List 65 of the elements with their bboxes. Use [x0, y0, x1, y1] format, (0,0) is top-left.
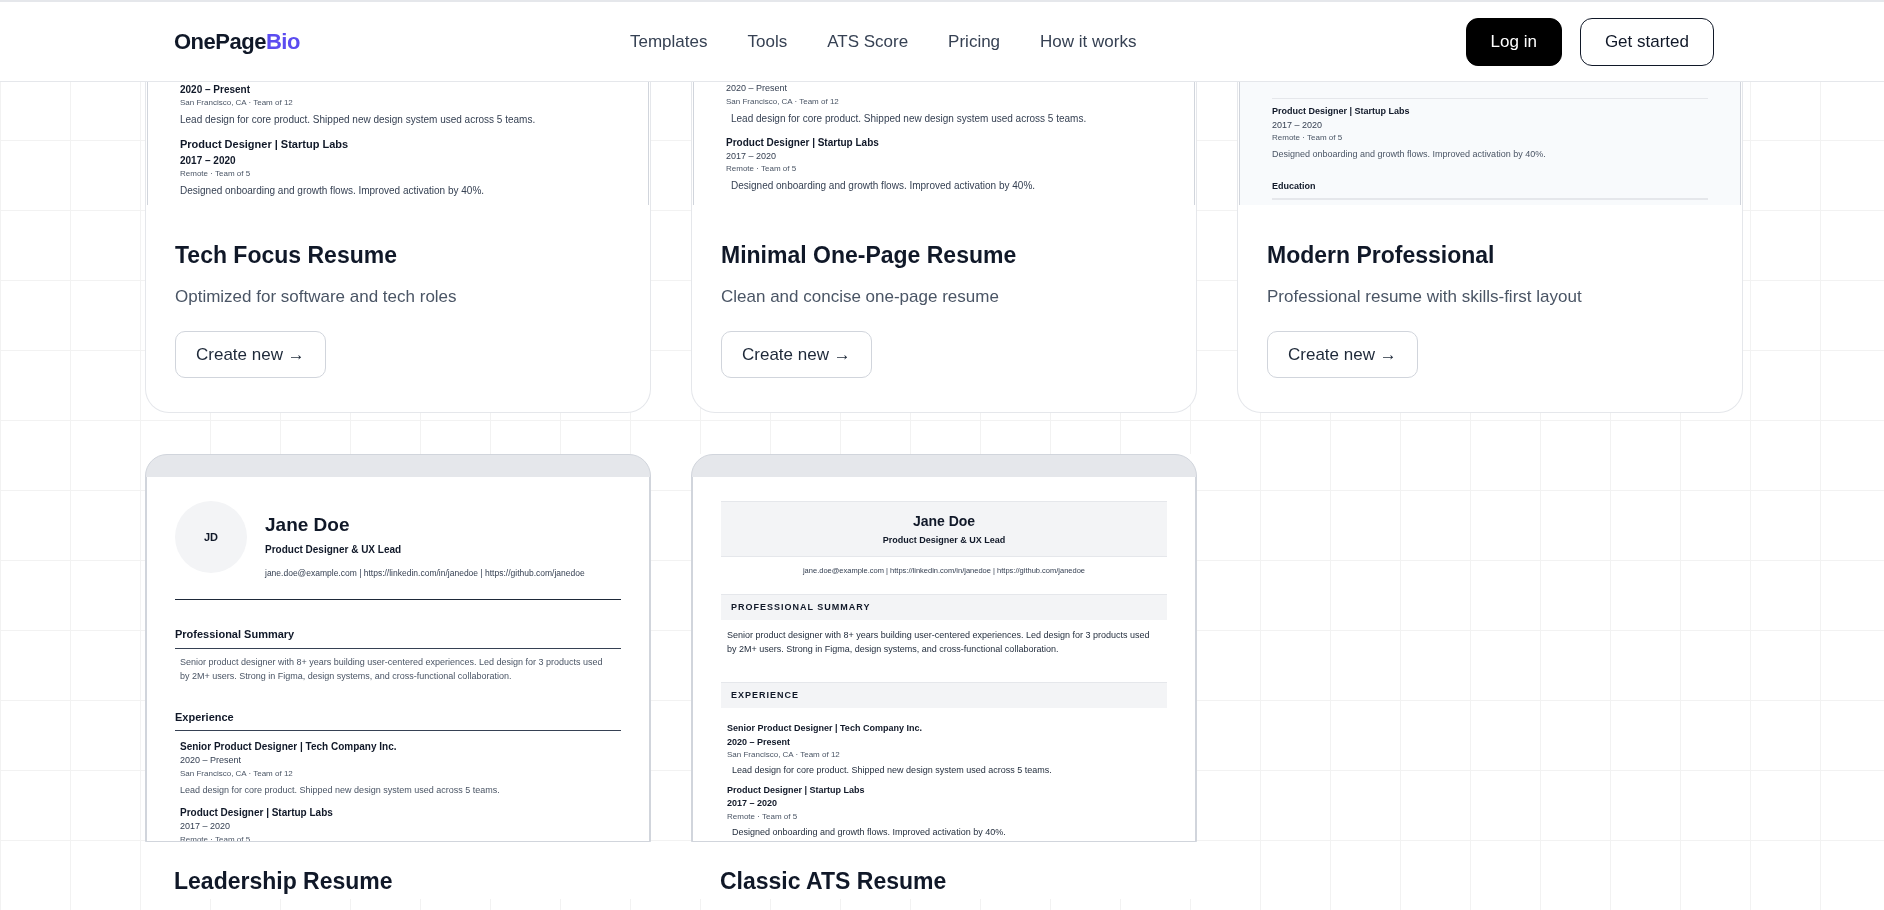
contact-line: jane.doe@example.com | https://linkedin.com/in/janedoe | https://github.com/janedoe [265, 566, 585, 580]
date-range: 2020 – Present [180, 754, 242, 768]
card-title: Minimal One-Page Resume [721, 241, 1017, 270]
resume-role: Product Designer & UX Lead [265, 542, 402, 557]
job-description: Designed onboarding and growth flows. Improved activation by 40%. [731, 825, 1006, 839]
job-meta: San Francisco, CA · Team of 12 [180, 97, 293, 109]
job-meta: Remote · Team of 5 [1272, 132, 1343, 144]
resume-role: Product Designer & UX Lead [882, 533, 1006, 547]
job-meta: Remote · Team of 5 [727, 810, 798, 823]
create-new-button[interactable]: Create new → [175, 331, 326, 378]
job-title: Product Designer | Startup Labs [180, 806, 333, 821]
section-heading: Experience [175, 709, 234, 725]
job-description: Lead design for core product. Shipped new design system used across 5 teams. [731, 764, 1052, 778]
date-range: 2020 – Present [726, 82, 788, 95]
card-title: Leadership Resume [174, 867, 393, 896]
nav-link[interactable]: How it works [1040, 28, 1137, 55]
section-heading: Education [1272, 179, 1316, 193]
job-title: Senior Product Designer | Tech Company Inc. [180, 740, 397, 755]
nav-link[interactable]: ATS Score [827, 28, 909, 55]
job-title: Product Designer | Startup Labs [727, 783, 865, 797]
date-range: 2017 – 2020 [726, 149, 777, 163]
job-description: Designed onboarding and growth flows. Improved activation by 40%. [1272, 148, 1546, 161]
date-range: 2020 – Present [727, 735, 791, 749]
job-description: Lead design for core product. Shipped new design system used across 5 teams. [180, 113, 536, 127]
section-heading: Professional Summary [175, 627, 295, 643]
date-range: 2017 – 2020 [180, 820, 231, 834]
create-new-button[interactable]: Create new → [1267, 331, 1418, 378]
card-title: Classic ATS Resume [720, 867, 947, 896]
job-meta: Remote · Team of 5 [726, 163, 797, 175]
date-range: 2017 – 2020 [180, 153, 236, 168]
job-meta: Remote · Team of 5 [180, 167, 251, 180]
job-title: Product Designer | Startup Labs [726, 135, 879, 150]
create-new-button[interactable]: Create new → [721, 331, 872, 378]
job-description: Designed onboarding and growth flows. Improved activation by 40%. [180, 183, 485, 198]
avatar: JD [175, 501, 247, 573]
section-heading: EXPERIENCE [721, 682, 1167, 709]
card-title: Modern Professional [1267, 241, 1495, 270]
login-button[interactable]: Log in [1465, 17, 1562, 66]
nav-link[interactable]: Tools [747, 28, 788, 55]
job-title: Product Designer | Startup Labs [180, 137, 349, 152]
job-title: Product Designer | Startup Labs [1272, 105, 1410, 118]
resume-name: Jane Doe [265, 513, 350, 537]
job-meta: San Francisco, CA · Team of 12 [727, 749, 840, 762]
summary-text: Senior product designer with 8+ years building user-centered experiences. Led design for 3 products used by 2M+ users. Strong in Figma, design systems, and cross-functional collaboration. [180, 655, 604, 683]
job-meta: San Francisco, CA · Team of 12 [180, 767, 293, 780]
nav-link[interactable]: Templates [630, 28, 708, 55]
job-description: Designed onboarding and growth flows. Improved activation by 40%. [730, 179, 1036, 193]
summary-text: Senior product designer with 8+ years building user-centered experiences. Led design for 3 products used by 2M+ users. Strong in Figma, design systems, and cross-functional collaboration. [727, 629, 1151, 657]
date-range: 2017 – 2020 [727, 797, 778, 811]
card-description: Professional resume with skills-first layout [1267, 285, 1582, 308]
brand-logo[interactable]: OnePageBio [174, 25, 474, 58]
section-heading: PROFESSIONAL SUMMARY [721, 594, 1167, 621]
job-description: Lead design for core product. Shipped new design system used across 5 teams. [730, 111, 1087, 126]
job-meta: San Francisco, CA · Team of 12 [726, 95, 839, 108]
job-description: Lead design for core product. Shipped new design system used across 5 teams. [180, 783, 500, 797]
job-meta: Remote · Team of 5 [180, 833, 251, 841]
nav-link[interactable]: Pricing [948, 28, 1001, 55]
resume-name: Jane Doe [912, 511, 976, 531]
get-started-button[interactable]: Get started [1579, 17, 1714, 66]
card-title: Tech Focus Resume [175, 241, 397, 270]
job-title: Senior Product Designer | Tech Company Inc. [727, 722, 922, 736]
date-range: 2020 – Present [180, 83, 251, 97]
card-description: Optimized for software and tech roles [175, 285, 457, 308]
date-range: 2017 – 2020 [1272, 118, 1323, 132]
card-description: Clean and concise one-page resume [721, 285, 999, 308]
